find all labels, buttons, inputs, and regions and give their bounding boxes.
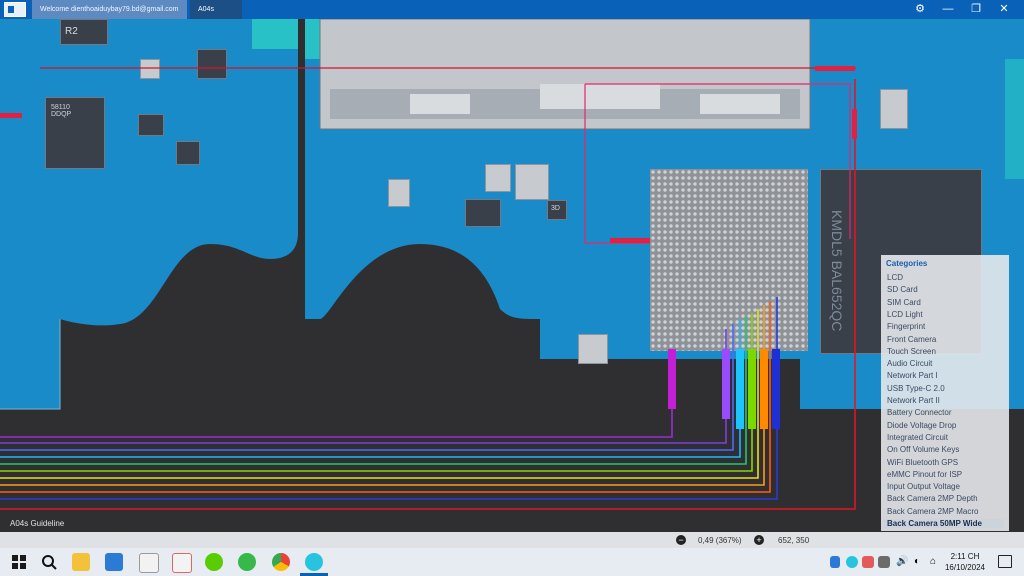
file-explorer-icon[interactable] [72,553,90,571]
store-icon[interactable] [105,553,123,571]
green-app-icon[interactable] [238,553,256,571]
tray-app-icon[interactable] [878,556,890,568]
category-item[interactable]: Audio Circuit [887,359,932,368]
board-canvas[interactable]: 58110 DDQP R2 KMDL5 BAL652QC 3D Categori… [0,19,1024,532]
category-item[interactable]: Touch Screen [887,347,936,356]
category-item[interactable]: Network Part I [887,371,938,380]
tray-app-icon[interactable] [846,556,858,568]
volume-icon[interactable]: 🔊 [896,556,908,567]
language-icon[interactable]: ⌂ [930,556,936,567]
tab-a04s-guideline[interactable]: A04s Guideline [190,0,242,32]
paint-icon[interactable] [139,553,159,573]
zoom-level: 0,49 (367%) [698,536,742,545]
category-item[interactable]: Battery Connector [887,408,951,417]
schematic-traces [0,66,857,510]
category-item[interactable]: Integrated Circuit [887,433,948,442]
category-item[interactable]: Input Output Voltage [887,482,960,491]
category-item[interactable]: Back Camera 2MP Macro [887,507,978,516]
cursor-coordinates: 652, 350 [778,536,810,545]
taskbar: 🔊 ◐ ⌂ 2:11 CH 16/10/2024 [0,548,1024,576]
category-item[interactable]: USB Type-C 2.0 [887,384,945,393]
duolingo-icon[interactable] [205,553,223,571]
category-item[interactable]: Back Camera 50MP Wide [883,519,1004,528]
start-icon[interactable] [10,553,28,571]
network-icon[interactable]: ◐ [914,556,920,567]
orion-app-icon[interactable] [305,553,323,571]
chrome-icon[interactable] [272,553,290,571]
close-button[interactable]: ✕ [992,0,1016,19]
category-item[interactable]: Fingerprint [887,322,925,331]
category-item[interactable]: SIM Card [887,298,921,307]
app-icon[interactable] [172,553,192,573]
category-item[interactable]: On Off Volume Keys [887,445,959,454]
category-item[interactable]: Network Part II [887,396,940,405]
info-icon[interactable] [830,556,840,568]
search-icon[interactable] [40,553,58,571]
tab-welcome[interactable]: Welcome dienthoaiduybay79.bd@gmail.com -… [32,0,187,32]
categories-panel: Categories LCD SD Card SIM Card LCD Light Fi… [881,255,1009,531]
gear-icon[interactable]: ⚙ [908,0,932,19]
clock-date[interactable]: 16/10/2024 [938,563,992,572]
category-item[interactable]: Back Camera 2MP Depth [887,494,978,503]
restore-button[interactable]: ❐ [964,0,988,19]
category-item[interactable]: WiFi Bluetooth GPS [887,458,958,467]
app-menu-icon[interactable] [4,2,26,17]
title-bar: Welcome dienthoaiduybay79.bd@gmail.com -… [0,0,1024,32]
category-item[interactable]: Front Camera [887,335,936,344]
category-item[interactable]: LCD Light [887,310,923,319]
categories-title: Categories [886,259,928,268]
tray-app-icon[interactable] [862,556,874,568]
clock-time[interactable]: 2:11 CH [938,552,992,561]
minimize-button[interactable]: — [936,0,960,19]
status-bar: − 0,49 (367%) + 652, 350 [0,532,1024,548]
category-item[interactable]: SD Card [887,285,918,294]
zoom-in-icon[interactable]: + [754,535,764,545]
notification-icon[interactable] [998,555,1012,568]
zoom-out-icon[interactable]: − [676,535,686,545]
category-item[interactable]: Diode Voltage Drop [887,421,956,430]
canvas-title: A04s Guideline [10,519,65,528]
category-item[interactable]: eMMC Pinout for ISP [887,470,962,479]
category-item[interactable]: LCD [887,273,903,282]
